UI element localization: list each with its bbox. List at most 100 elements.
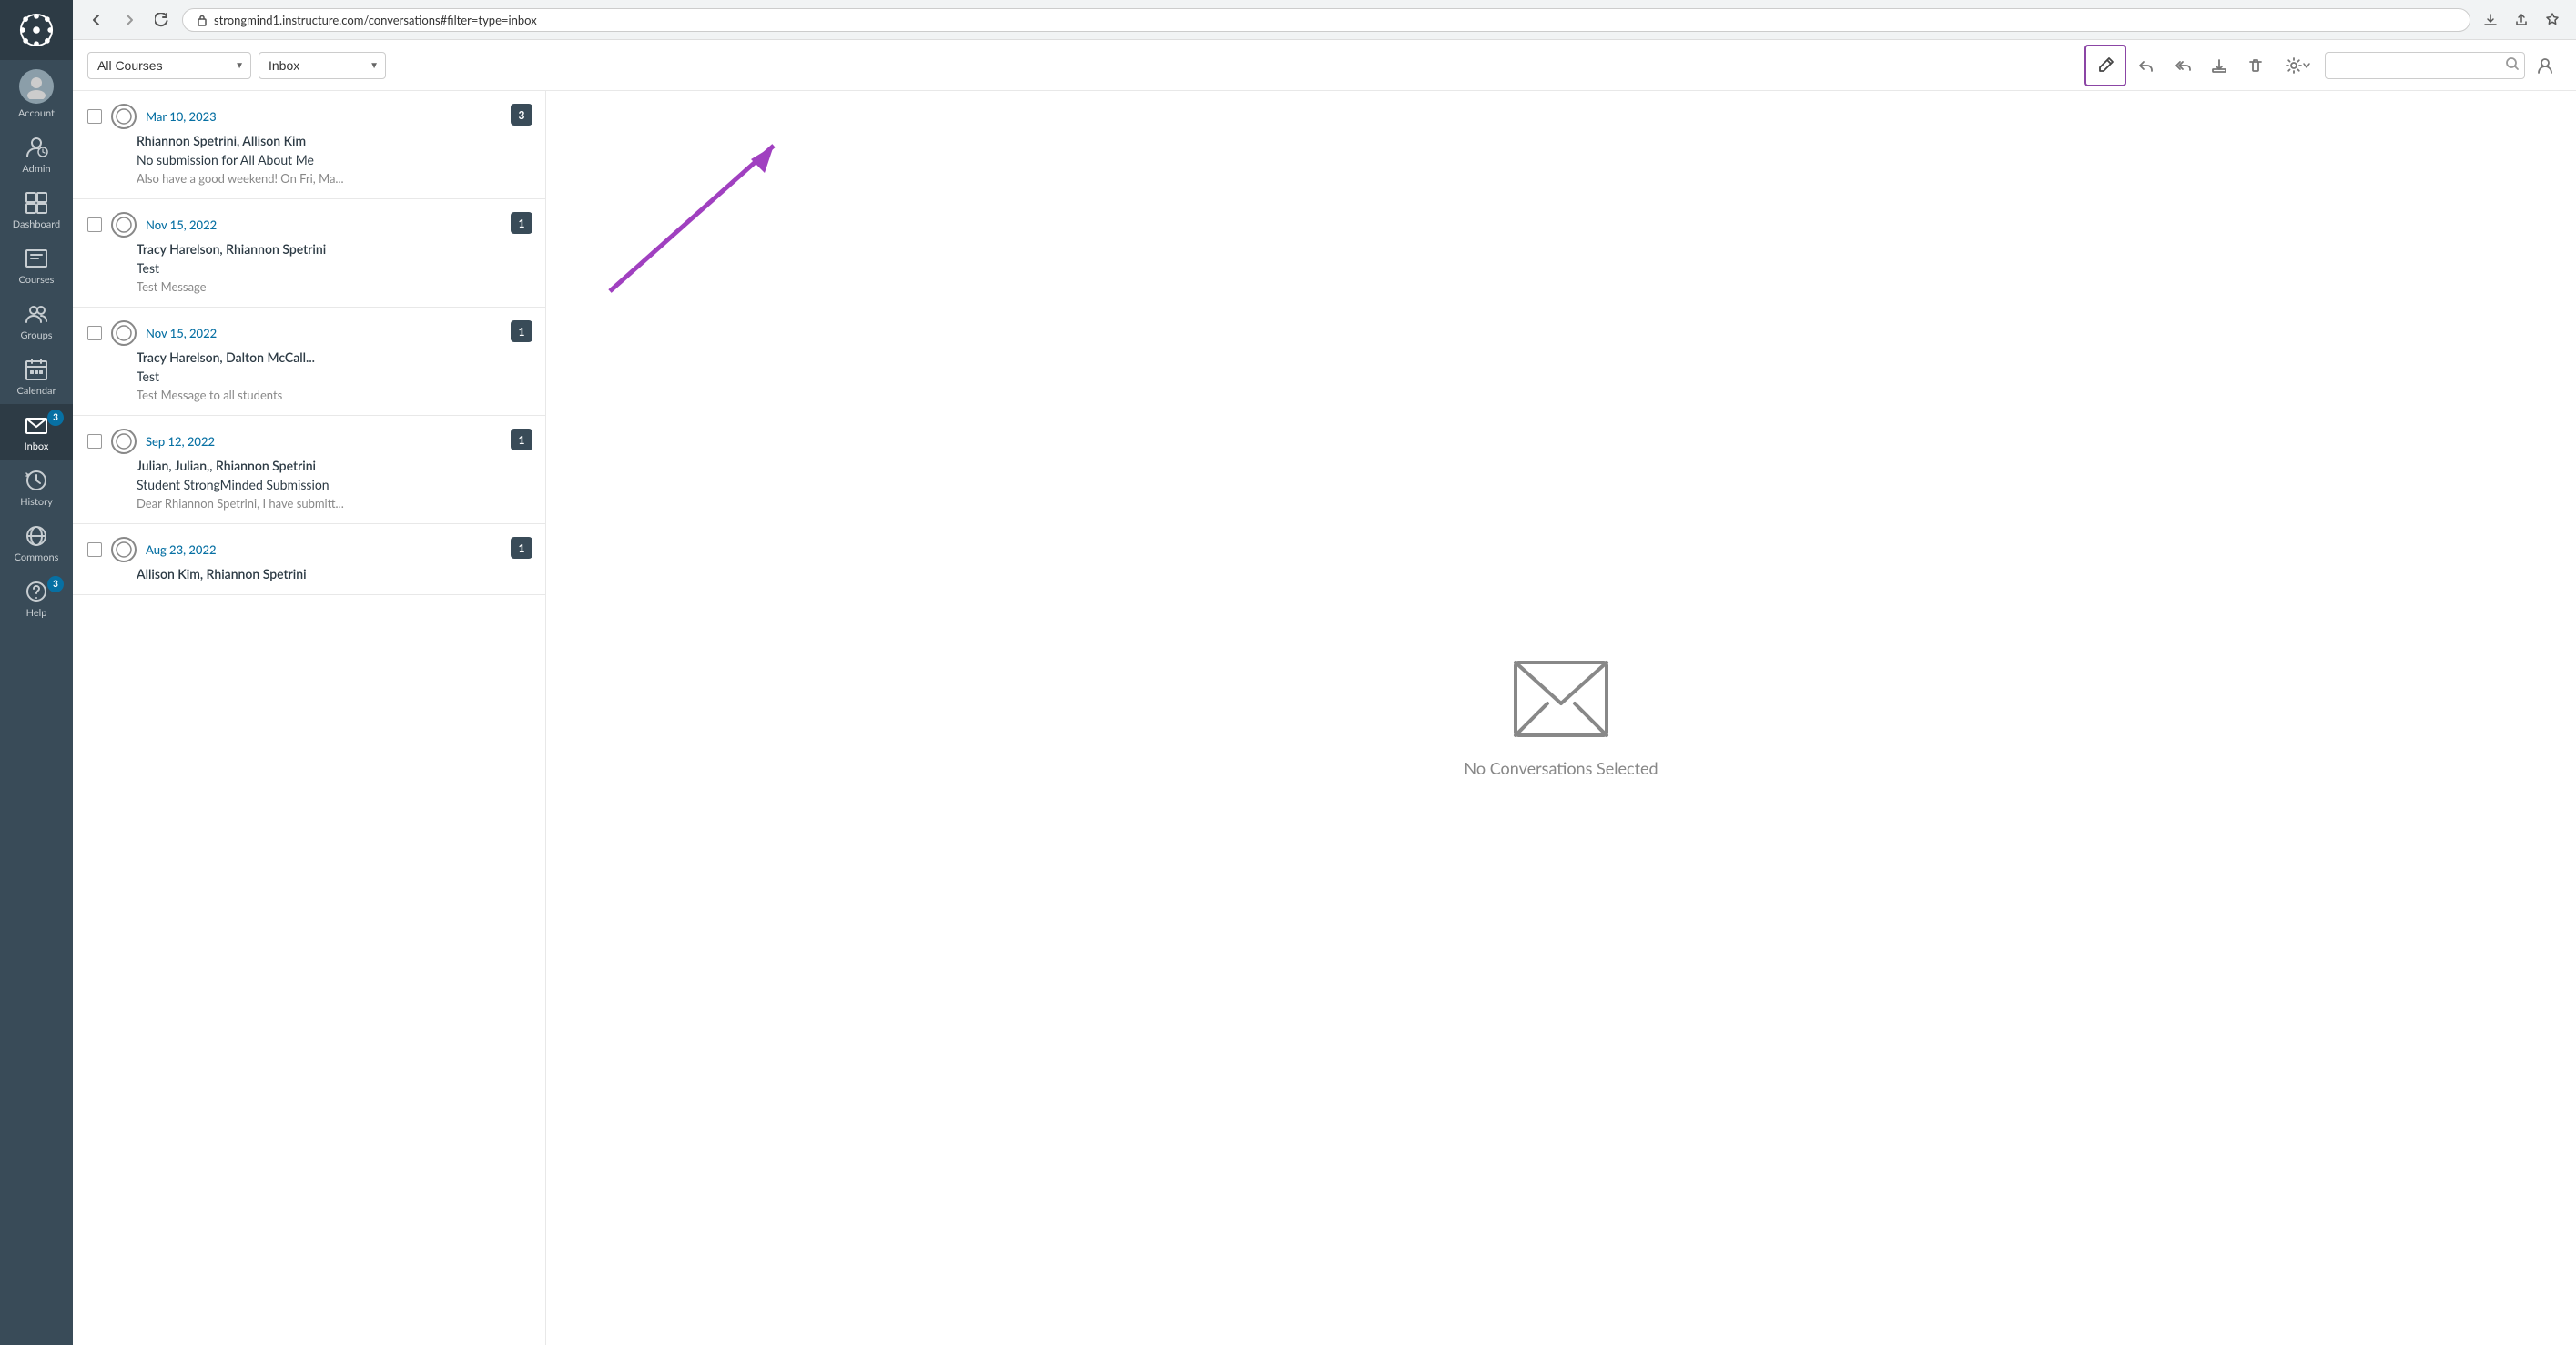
address-bar[interactable]: strongmind1.instructure.com/conversation…: [182, 8, 2470, 32]
delete-button[interactable]: [2239, 49, 2272, 82]
message-subject: Test: [137, 369, 531, 384]
avatar-icon: [116, 325, 132, 341]
star-icon: [2545, 13, 2560, 27]
msg-header: Sep 12, 2022: [87, 429, 531, 454]
account-avatar: [19, 69, 54, 104]
download-button[interactable]: [2203, 49, 2236, 82]
message-checkbox[interactable]: [87, 326, 102, 340]
sidebar-item-label: Admin: [22, 163, 50, 175]
canvas-logo-icon: [19, 13, 54, 47]
message-checkbox[interactable]: [87, 434, 102, 449]
avatar-icon: [116, 108, 132, 125]
sidebar-item-calendar[interactable]: Calendar: [0, 349, 73, 404]
back-button[interactable]: [84, 7, 109, 33]
message-list: Mar 10, 2023 3 Rhiannon Spetrini, Alliso…: [73, 91, 546, 1345]
admin-icon: [25, 136, 48, 159]
sidebar-item-account[interactable]: Account: [0, 60, 73, 126]
sidebar: Account Admin Dashboard Courses: [0, 0, 73, 1345]
message-count: 1: [511, 429, 532, 450]
message-preview: Test Message: [137, 279, 531, 294]
commons-icon: [25, 524, 48, 548]
history-icon: [25, 469, 48, 492]
message-item[interactable]: Nov 15, 2022 1 Tracy Harelson, Dalton Mc…: [73, 308, 545, 416]
reply-all-icon: [2175, 57, 2191, 74]
sidebar-item-help[interactable]: 3 Help: [0, 571, 73, 626]
help-badge: 3: [47, 576, 64, 592]
search-input[interactable]: [2325, 52, 2525, 79]
arrow-annotation: [573, 118, 828, 304]
msg-header: Aug 23, 2022: [87, 537, 531, 562]
toolbar: All Courses Inbox Unread Starred Sent Ar…: [73, 40, 2576, 91]
browser-actions: [2478, 7, 2565, 33]
reply-all-button[interactable]: [2166, 49, 2199, 82]
sidebar-item-admin[interactable]: Admin: [0, 126, 73, 182]
envelope-icon: [1511, 658, 1611, 740]
delete-icon: [2247, 57, 2264, 74]
sidebar-item-label: Account: [18, 107, 55, 119]
message-avatar: [111, 537, 137, 562]
message-avatar: [111, 104, 137, 129]
message-sender: Rhiannon Spetrini, Allison Kim: [137, 133, 531, 148]
sidebar-item-label: History: [20, 496, 53, 508]
reload-button[interactable]: [149, 7, 175, 33]
reply-button[interactable]: [2130, 49, 2163, 82]
message-avatar: [111, 320, 137, 346]
search-wrapper: [2325, 52, 2525, 79]
person-filter-button[interactable]: [2529, 49, 2561, 82]
sidebar-item-inbox[interactable]: 3 Inbox: [0, 404, 73, 460]
avatar-icon: [116, 541, 132, 558]
message-checkbox[interactable]: [87, 109, 102, 124]
sidebar-logo: [0, 0, 73, 60]
sidebar-item-groups[interactable]: Groups: [0, 293, 73, 349]
empty-state-text: No Conversations Selected: [1464, 758, 1658, 778]
extensions-button[interactable]: [2478, 7, 2503, 33]
app-area: All Courses Inbox Unread Starred Sent Ar…: [73, 40, 2576, 1345]
message-count: 1: [511, 537, 532, 559]
filter-select[interactable]: Inbox Unread Starred Sent Archived: [259, 52, 386, 79]
inbox-icon: [25, 413, 48, 437]
reply-icon: [2138, 57, 2155, 74]
toolbar-actions: [2084, 45, 2561, 86]
msg-header: Mar 10, 2023: [87, 104, 531, 129]
compose-button[interactable]: [2084, 45, 2126, 86]
message-preview: Dear Rhiannon Spetrini, I have submitt..…: [137, 496, 531, 511]
sidebar-item-history[interactable]: History: [0, 460, 73, 515]
bookmark-button[interactable]: [2540, 7, 2565, 33]
message-date: Nov 15, 2022: [146, 326, 217, 340]
courses-select-wrapper: All Courses: [87, 52, 251, 79]
sidebar-item-label: Dashboard: [13, 218, 60, 230]
message-subject: Test: [137, 260, 531, 276]
message-item[interactable]: Nov 15, 2022 1 Tracy Harelson, Rhiannon …: [73, 199, 545, 308]
message-subject: Student StrongMinded Submission: [137, 477, 531, 492]
message-checkbox[interactable]: [87, 217, 102, 232]
sidebar-item-commons[interactable]: Commons: [0, 515, 73, 571]
sidebar-item-label: Help: [26, 607, 47, 619]
share-icon: [2514, 13, 2529, 27]
search-icon-button[interactable]: [2505, 56, 2520, 74]
share-button[interactable]: [2509, 7, 2534, 33]
msg-header: Nov 15, 2022: [87, 212, 531, 238]
message-count: 1: [511, 320, 532, 342]
forward-button[interactable]: [117, 7, 142, 33]
search-icon: [2505, 56, 2520, 71]
message-item[interactable]: Sep 12, 2022 1 Julian, Julian,, Rhiannon…: [73, 416, 545, 524]
message-sender: Tracy Harelson, Dalton McCall...: [137, 349, 531, 365]
sidebar-item-courses[interactable]: Courses: [0, 238, 73, 293]
sidebar-item-dashboard[interactable]: Dashboard: [0, 182, 73, 238]
sidebar-item-label: Courses: [19, 274, 55, 286]
message-date: Nov 15, 2022: [146, 217, 217, 232]
back-icon: [89, 13, 104, 27]
person-icon: [2537, 57, 2553, 74]
message-item[interactable]: Mar 10, 2023 3 Rhiannon Spetrini, Alliso…: [73, 91, 545, 199]
message-checkbox[interactable]: [87, 542, 102, 557]
message-preview: Also have a good weekend! On Fri, Ma...: [137, 171, 531, 186]
archive-icon: [2211, 57, 2227, 74]
message-item[interactable]: Aug 23, 2022 1 Allison Kim, Rhiannon Spe…: [73, 524, 545, 595]
sidebar-item-label: Groups: [20, 329, 52, 341]
message-avatar: [111, 429, 137, 454]
courses-select[interactable]: All Courses: [87, 52, 251, 79]
address-bar-text: strongmind1.instructure.com/conversation…: [214, 13, 537, 27]
compose-icon: [2096, 56, 2115, 75]
settings-button[interactable]: [2276, 49, 2321, 82]
message-date: Mar 10, 2023: [146, 109, 217, 124]
